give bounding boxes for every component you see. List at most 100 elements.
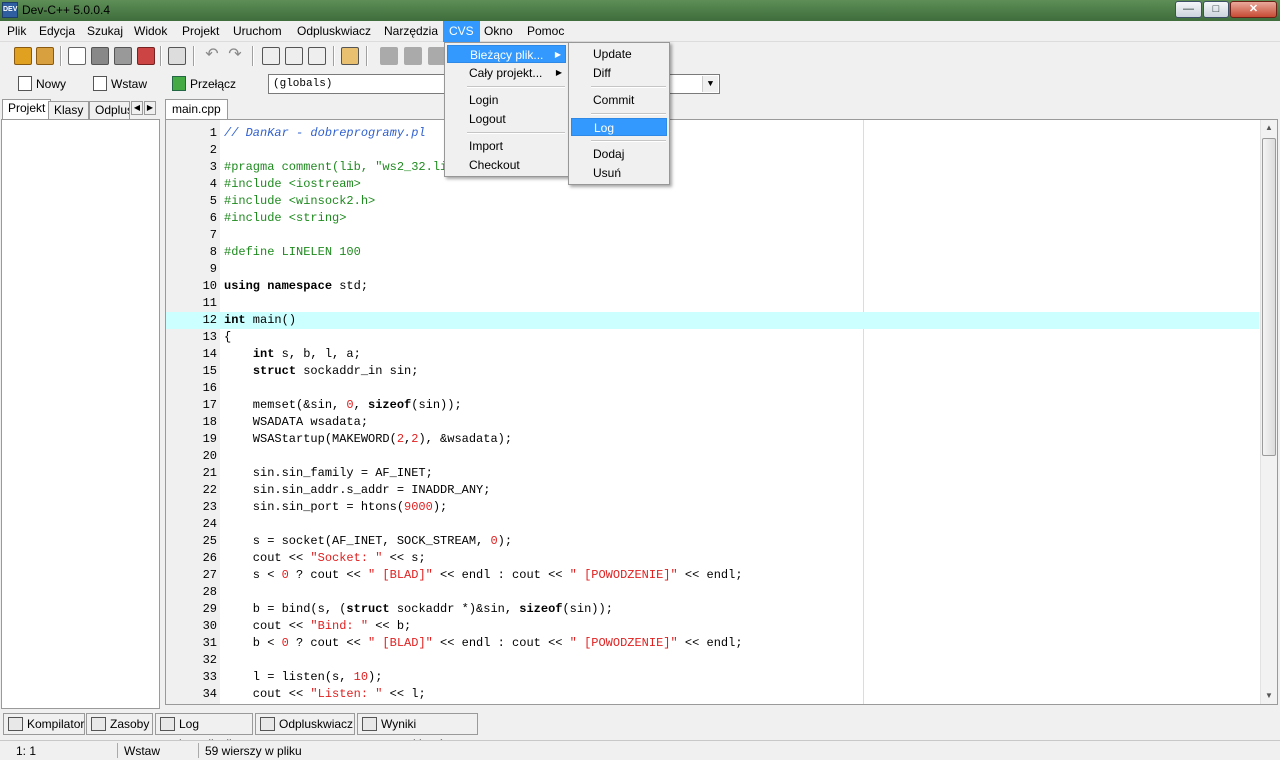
print-icon[interactable] bbox=[168, 47, 186, 65]
tab-projekt[interactable]: Projekt bbox=[2, 99, 52, 120]
code-line[interactable]: 31 b < 0 ? cout << " [BLAD]" << endl : c… bbox=[166, 635, 1259, 652]
insert-button[interactable]: Wstaw bbox=[89, 73, 147, 95]
replace-icon[interactable] bbox=[285, 47, 303, 65]
save-icon[interactable] bbox=[91, 47, 109, 65]
unindent-icon[interactable] bbox=[404, 47, 422, 65]
maximize-button[interactable]: □ bbox=[1203, 1, 1229, 18]
menu-item-biezacy-plik[interactable]: Bieżący plik... ▶ bbox=[447, 45, 566, 63]
code-line[interactable]: 20 bbox=[166, 448, 1259, 465]
code-line[interactable]: 21 sin.sin_family = AF_INET; bbox=[166, 465, 1259, 482]
tab-log-kompilacji[interactable]: Log kompilacji bbox=[155, 713, 253, 751]
menu-cvs[interactable]: CVS bbox=[443, 21, 480, 42]
indent-icon[interactable] bbox=[380, 47, 398, 65]
vertical-scrollbar[interactable]: ▲ ▼ bbox=[1260, 120, 1277, 704]
scroll-up-icon[interactable]: ▲ bbox=[1261, 120, 1277, 136]
menu-uruchom[interactable]: Uruchom bbox=[227, 21, 288, 42]
code-line[interactable]: 32 bbox=[166, 652, 1259, 669]
menu-item-import[interactable]: Import bbox=[447, 137, 566, 155]
tab-kompilator[interactable]: Kompilator bbox=[3, 713, 85, 735]
code-line[interactable]: 9 bbox=[166, 261, 1259, 278]
code-line[interactable]: 3 #pragma comment(lib, "ws2_32.lib") bbox=[166, 159, 1259, 176]
line-text: b = bind(s, (struct sockaddr *)&sin, siz… bbox=[224, 601, 613, 618]
scrollbar-thumb[interactable] bbox=[1262, 138, 1276, 456]
tab-scroll-right-icon[interactable]: ▶ bbox=[144, 101, 156, 115]
tab-wyniki-poszukiwan[interactable]: Wyniki poszukiwań bbox=[357, 713, 478, 751]
close-file-icon[interactable] bbox=[137, 47, 155, 65]
code-line[interactable]: 11 bbox=[166, 295, 1259, 312]
code-line[interactable]: 13 { bbox=[166, 329, 1259, 346]
code-line[interactable]: 22 sin.sin_addr.s_addr = INADDR_ANY; bbox=[166, 482, 1259, 499]
menu-item-logout[interactable]: Logout bbox=[447, 110, 566, 128]
menu-item-commit[interactable]: Commit bbox=[571, 91, 667, 109]
tab-zasoby[interactable]: Zasoby bbox=[86, 713, 153, 735]
code-token: #define LINELEN 100 bbox=[224, 245, 361, 259]
tab-klasy[interactable]: Klasy bbox=[48, 101, 90, 119]
code-token: struct bbox=[252, 364, 297, 378]
new-button[interactable]: Nowy bbox=[14, 73, 66, 95]
find-next-icon[interactable] bbox=[308, 47, 326, 65]
code-line[interactable]: 1 // DanKar - dobreprogramy.pl bbox=[166, 125, 1259, 142]
code-lines[interactable]: 1// DanKar - dobreprogramy.pl 2 3 #pragma c… bbox=[166, 125, 1259, 703]
close-button[interactable]: ✕ bbox=[1230, 1, 1277, 18]
code-line[interactable]: 34 cout << "Listen: " << l; bbox=[166, 686, 1259, 703]
tab-scroll-left-icon[interactable]: ◀ bbox=[131, 101, 143, 115]
menu-item-login[interactable]: Login bbox=[447, 91, 566, 109]
menu-pomoc[interactable]: Pomoc bbox=[521, 21, 570, 42]
code-line[interactable]: 15 struct sockaddr_in sin; bbox=[166, 363, 1259, 380]
menu-item-usun[interactable]: Usuń bbox=[571, 164, 667, 182]
code-line[interactable]: 12 int main() bbox=[166, 312, 1259, 329]
menu-odpluskwiacz[interactable]: Odpluskwiacz bbox=[291, 21, 377, 42]
menu-projekt[interactable]: Projekt bbox=[176, 21, 225, 42]
code-line[interactable]: 28 bbox=[166, 584, 1259, 601]
editor-tab-main-cpp[interactable]: main.cpp bbox=[165, 99, 228, 119]
menu-plik[interactable]: Plik bbox=[1, 21, 32, 42]
menu-okno[interactable]: Okno bbox=[478, 21, 519, 42]
code-line[interactable]: 26 cout << "Socket: " << s; bbox=[166, 550, 1259, 567]
menu-narzedzia[interactable]: Narzędzia bbox=[378, 21, 444, 42]
minimize-button[interactable]: — bbox=[1175, 1, 1202, 18]
save-all-icon[interactable] bbox=[114, 47, 132, 65]
menu-item-caly-projekt[interactable]: Cały projekt... ▶ bbox=[447, 64, 566, 82]
menu-szukaj[interactable]: Szukaj bbox=[81, 21, 129, 42]
menu-widok[interactable]: Widok bbox=[128, 21, 173, 42]
undo-icon[interactable]: ↶ bbox=[203, 47, 221, 65]
code-line[interactable]: 6 #include <string> bbox=[166, 210, 1259, 227]
find-icon[interactable] bbox=[262, 47, 280, 65]
code-line[interactable]: 30 cout << "Bind: " << b; bbox=[166, 618, 1259, 635]
new-file-icon[interactable] bbox=[68, 47, 86, 65]
code-line[interactable]: 19 WSAStartup(MAKEWORD(2,2), &wsadata); bbox=[166, 431, 1259, 448]
code-line[interactable]: 8 #define LINELEN 100 bbox=[166, 244, 1259, 261]
code-line[interactable]: 18 WSADATA wsadata; bbox=[166, 414, 1259, 431]
menu-item-dodaj[interactable]: Dodaj bbox=[571, 145, 667, 163]
code-line[interactable]: 4 #include <iostream> bbox=[166, 176, 1259, 193]
code-line[interactable]: 27 s < 0 ? cout << " [BLAD]" << endl : c… bbox=[166, 567, 1259, 584]
tab-odpluskwiacz-bottom[interactable]: Odpluskwiacz bbox=[255, 713, 355, 735]
project-options-icon[interactable] bbox=[36, 47, 54, 65]
scroll-down-icon[interactable]: ▼ bbox=[1261, 688, 1277, 704]
code-line[interactable]: 2 bbox=[166, 142, 1259, 159]
code-line[interactable]: 24 bbox=[166, 516, 1259, 533]
goto-line-icon[interactable] bbox=[341, 47, 359, 65]
menu-item-checkout[interactable]: Checkout bbox=[447, 156, 566, 174]
code-line[interactable]: 10 using namespace std; bbox=[166, 278, 1259, 295]
code-line[interactable]: 5 #include <winsock2.h> bbox=[166, 193, 1259, 210]
code-line[interactable]: 23 sin.sin_port = htons(9000); bbox=[166, 499, 1259, 516]
code-line[interactable]: 16 bbox=[166, 380, 1259, 397]
redo-icon[interactable]: ↷ bbox=[226, 47, 244, 65]
menu-edycja[interactable]: Edycja bbox=[33, 21, 81, 42]
menu-item-update[interactable]: Update bbox=[571, 45, 667, 63]
project-tree[interactable] bbox=[1, 119, 160, 709]
code-line[interactable]: 17 memset(&sin, 0, sizeof(sin)); bbox=[166, 397, 1259, 414]
code-line[interactable]: 7 bbox=[166, 227, 1259, 244]
chevron-down-icon[interactable]: ▼ bbox=[702, 76, 718, 92]
code-line[interactable]: 33 l = listen(s, 10); bbox=[166, 669, 1259, 686]
toggle-button[interactable]: Przełącz bbox=[168, 73, 236, 95]
code-editor[interactable]: 1// DanKar - dobreprogramy.pl 2 3 #pragma c… bbox=[165, 119, 1278, 705]
menu-item-log[interactable]: Log bbox=[571, 118, 667, 136]
open-project-icon[interactable] bbox=[14, 47, 32, 65]
menu-item-diff[interactable]: Diff bbox=[571, 64, 667, 82]
code-line[interactable]: 14 int s, b, l, a; bbox=[166, 346, 1259, 363]
code-line[interactable]: 29 b = bind(s, (struct sockaddr *)&sin, … bbox=[166, 601, 1259, 618]
tab-odpluskwiacz[interactable]: Odplus bbox=[89, 101, 130, 119]
code-line[interactable]: 25 s = socket(AF_INET, SOCK_STREAM, 0); bbox=[166, 533, 1259, 550]
